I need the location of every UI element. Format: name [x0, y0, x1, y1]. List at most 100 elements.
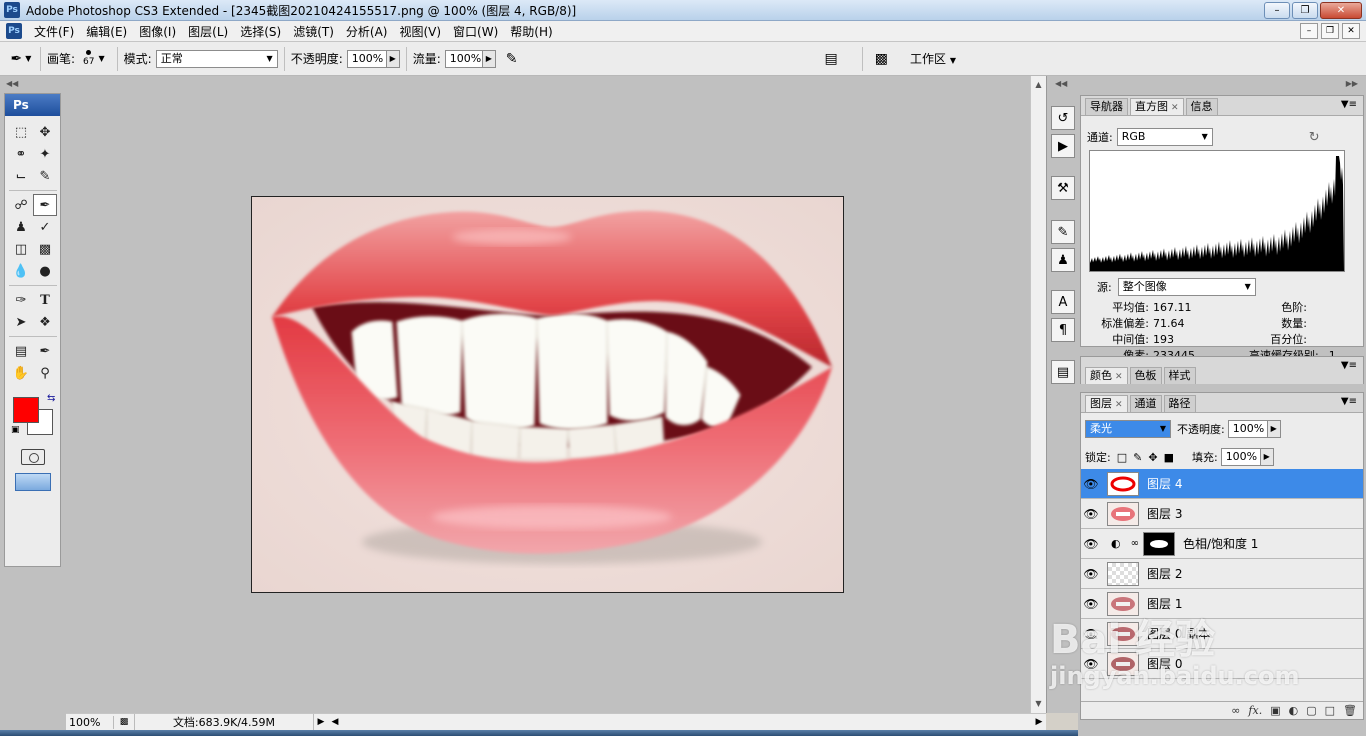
- palette-well-icon[interactable]: ▤: [825, 51, 838, 67]
- hand-tool-icon[interactable]: ✋: [9, 362, 33, 384]
- status-menu-icon[interactable]: ▩: [114, 717, 134, 727]
- path-selection-tool-icon[interactable]: ➤: [9, 311, 33, 333]
- tab-navigator[interactable]: 导航器: [1085, 98, 1128, 115]
- brush-tool-icon[interactable]: ✒: [33, 194, 57, 216]
- visibility-eye-icon[interactable]: 👁: [1081, 567, 1101, 581]
- layer-comps-icon[interactable]: ▤: [1051, 360, 1075, 384]
- dodge-tool-icon[interactable]: ●: [33, 260, 57, 282]
- marquee-tool-icon[interactable]: ⬚: [9, 121, 33, 143]
- flow-input[interactable]: 100%: [444, 49, 483, 68]
- workspace-button[interactable]: 工作区 ▼: [910, 50, 956, 67]
- tab-info[interactable]: 信息: [1185, 98, 1218, 115]
- vertical-scrollbar[interactable]: ▲ ▼: [1030, 76, 1046, 713]
- lock-transparent-icon[interactable]: □: [1117, 451, 1127, 464]
- tab-styles[interactable]: 样式: [1163, 367, 1196, 384]
- collapse-panels-icon[interactable]: ▶▶: [1346, 79, 1358, 88]
- eraser-tool-icon[interactable]: ◫: [9, 238, 33, 260]
- brush-picker[interactable]: 67: [83, 50, 95, 67]
- doc-close-button[interactable]: ✕: [1342, 23, 1360, 39]
- default-colors-icon[interactable]: ▣: [11, 425, 20, 435]
- tab-channels[interactable]: 通道: [1129, 395, 1162, 412]
- zoom-level[interactable]: 100%: [66, 715, 114, 729]
- history-panel-icon[interactable]: ↺: [1051, 106, 1075, 130]
- status-info-arrow-icon[interactable]: ▶: [314, 717, 328, 727]
- clone-source-icon[interactable]: ♟: [1051, 248, 1075, 272]
- lock-all-icon[interactable]: ■: [1164, 451, 1174, 464]
- tab-swatches[interactable]: 色板: [1129, 367, 1162, 384]
- lock-image-icon[interactable]: ✎: [1133, 451, 1142, 464]
- close-tab-icon[interactable]: ✕: [1171, 103, 1179, 113]
- ps-menu-icon[interactable]: Ps: [6, 23, 22, 39]
- doc-minimize-button[interactable]: –: [1300, 23, 1318, 39]
- pen-tool-icon[interactable]: ✑: [9, 289, 33, 311]
- blur-tool-icon[interactable]: 💧: [9, 260, 33, 282]
- tab-color[interactable]: 颜色 ✕: [1085, 367, 1128, 384]
- scroll-right-icon[interactable]: ▶: [1032, 717, 1046, 727]
- scroll-left-icon[interactable]: ◀: [328, 717, 342, 727]
- mode-select[interactable]: 正常 ▼: [155, 49, 278, 68]
- source-select[interactable]: 整个图像 ▼: [1117, 278, 1256, 296]
- layer-row-hue-saturation[interactable]: 👁 ◐ ∞ 色相/饱和度 1: [1081, 529, 1363, 559]
- zoom-tool-icon[interactable]: ⚲: [33, 362, 57, 384]
- add-mask-icon[interactable]: ▣: [1270, 704, 1280, 717]
- layer-row-1[interactable]: 👁 图层 1: [1081, 589, 1363, 619]
- panel-menu-icon[interactable]: ▼≡: [1341, 396, 1357, 407]
- gradient-tool-icon[interactable]: ▩: [33, 238, 57, 260]
- tab-paths[interactable]: 路径: [1163, 395, 1196, 412]
- slice-tool-icon[interactable]: ✎: [33, 165, 57, 187]
- menu-filter[interactable]: 滤镜(T): [287, 23, 340, 40]
- layer-style-fx-icon[interactable]: fx.: [1248, 704, 1262, 717]
- paragraph-panel-icon[interactable]: ¶: [1051, 318, 1075, 342]
- blend-mode-select[interactable]: 柔光 ▼: [1085, 420, 1171, 438]
- layer-opacity-input[interactable]: 100%: [1227, 420, 1268, 438]
- layer-row-4[interactable]: 👁 图层 4: [1081, 469, 1363, 499]
- layer-row-2[interactable]: 👁 图层 2: [1081, 559, 1363, 589]
- visibility-eye-icon[interactable]: 👁: [1081, 507, 1101, 521]
- menu-select[interactable]: 选择(S): [234, 23, 287, 40]
- move-tool-icon[interactable]: ✥: [33, 121, 57, 143]
- new-layer-icon[interactable]: □: [1325, 704, 1335, 717]
- visibility-eye-icon[interactable]: 👁: [1081, 597, 1101, 611]
- scroll-up-icon[interactable]: ▲: [1031, 78, 1046, 92]
- character-panel-icon[interactable]: A: [1051, 290, 1075, 314]
- menu-file[interactable]: 文件(F): [28, 23, 80, 40]
- maximize-button[interactable]: ❐: [1292, 2, 1318, 19]
- tool-preset-picker[interactable]: ✒ ▼: [8, 48, 34, 70]
- actions-panel-icon[interactable]: ▶: [1051, 134, 1075, 158]
- link-chain-icon[interactable]: ∞: [1131, 538, 1139, 549]
- menu-edit[interactable]: 编辑(E): [80, 23, 133, 40]
- tool-presets-icon[interactable]: ⚒: [1051, 176, 1075, 200]
- panel-menu-icon[interactable]: ▼≡: [1341, 360, 1357, 371]
- swap-colors-icon[interactable]: ⇆: [47, 393, 55, 404]
- lasso-tool-icon[interactable]: ⚭: [9, 143, 33, 165]
- minimize-button[interactable]: –: [1264, 2, 1290, 19]
- fill-input[interactable]: 100%: [1220, 448, 1261, 466]
- scroll-down-icon[interactable]: ▼: [1031, 697, 1046, 711]
- channel-select[interactable]: RGB ▼: [1116, 128, 1213, 146]
- history-brush-tool-icon[interactable]: ✓: [33, 216, 57, 238]
- airbrush-icon[interactable]: ✎: [506, 51, 518, 67]
- opacity-input[interactable]: 100%: [346, 49, 387, 68]
- fill-arrow-icon[interactable]: ▶: [1260, 448, 1274, 466]
- menu-help[interactable]: 帮助(H): [504, 23, 558, 40]
- layer-opacity-arrow-icon[interactable]: ▶: [1267, 420, 1281, 438]
- visibility-eye-icon[interactable]: 👁: [1081, 477, 1101, 491]
- custom-shape-tool-icon[interactable]: ❖: [33, 311, 57, 333]
- canvas-area[interactable]: [66, 76, 1030, 713]
- close-button[interactable]: ✕: [1320, 2, 1362, 19]
- menu-analysis[interactable]: 分析(A): [340, 23, 394, 40]
- visibility-eye-icon[interactable]: 👁: [1081, 537, 1101, 551]
- expand-dock-icon[interactable]: ◀◀: [1055, 79, 1067, 88]
- eyedropper-tool-icon[interactable]: ✒: [33, 340, 57, 362]
- notes-tool-icon[interactable]: ▤: [9, 340, 33, 362]
- clone-stamp-tool-icon[interactable]: ♟: [9, 216, 33, 238]
- adjustment-layer-icon[interactable]: ◐: [1289, 704, 1299, 717]
- close-tab-icon[interactable]: ✕: [1115, 400, 1123, 410]
- quick-mask-icon[interactable]: [20, 449, 45, 465]
- magic-wand-tool-icon[interactable]: ✦: [33, 143, 57, 165]
- close-tab-icon[interactable]: ✕: [1115, 372, 1123, 382]
- foreground-color-swatch[interactable]: [13, 397, 39, 423]
- type-tool-icon[interactable]: T: [33, 289, 57, 311]
- bridge-icon[interactable]: ▩: [875, 51, 888, 67]
- panel-menu-icon[interactable]: ▼≡: [1341, 99, 1357, 110]
